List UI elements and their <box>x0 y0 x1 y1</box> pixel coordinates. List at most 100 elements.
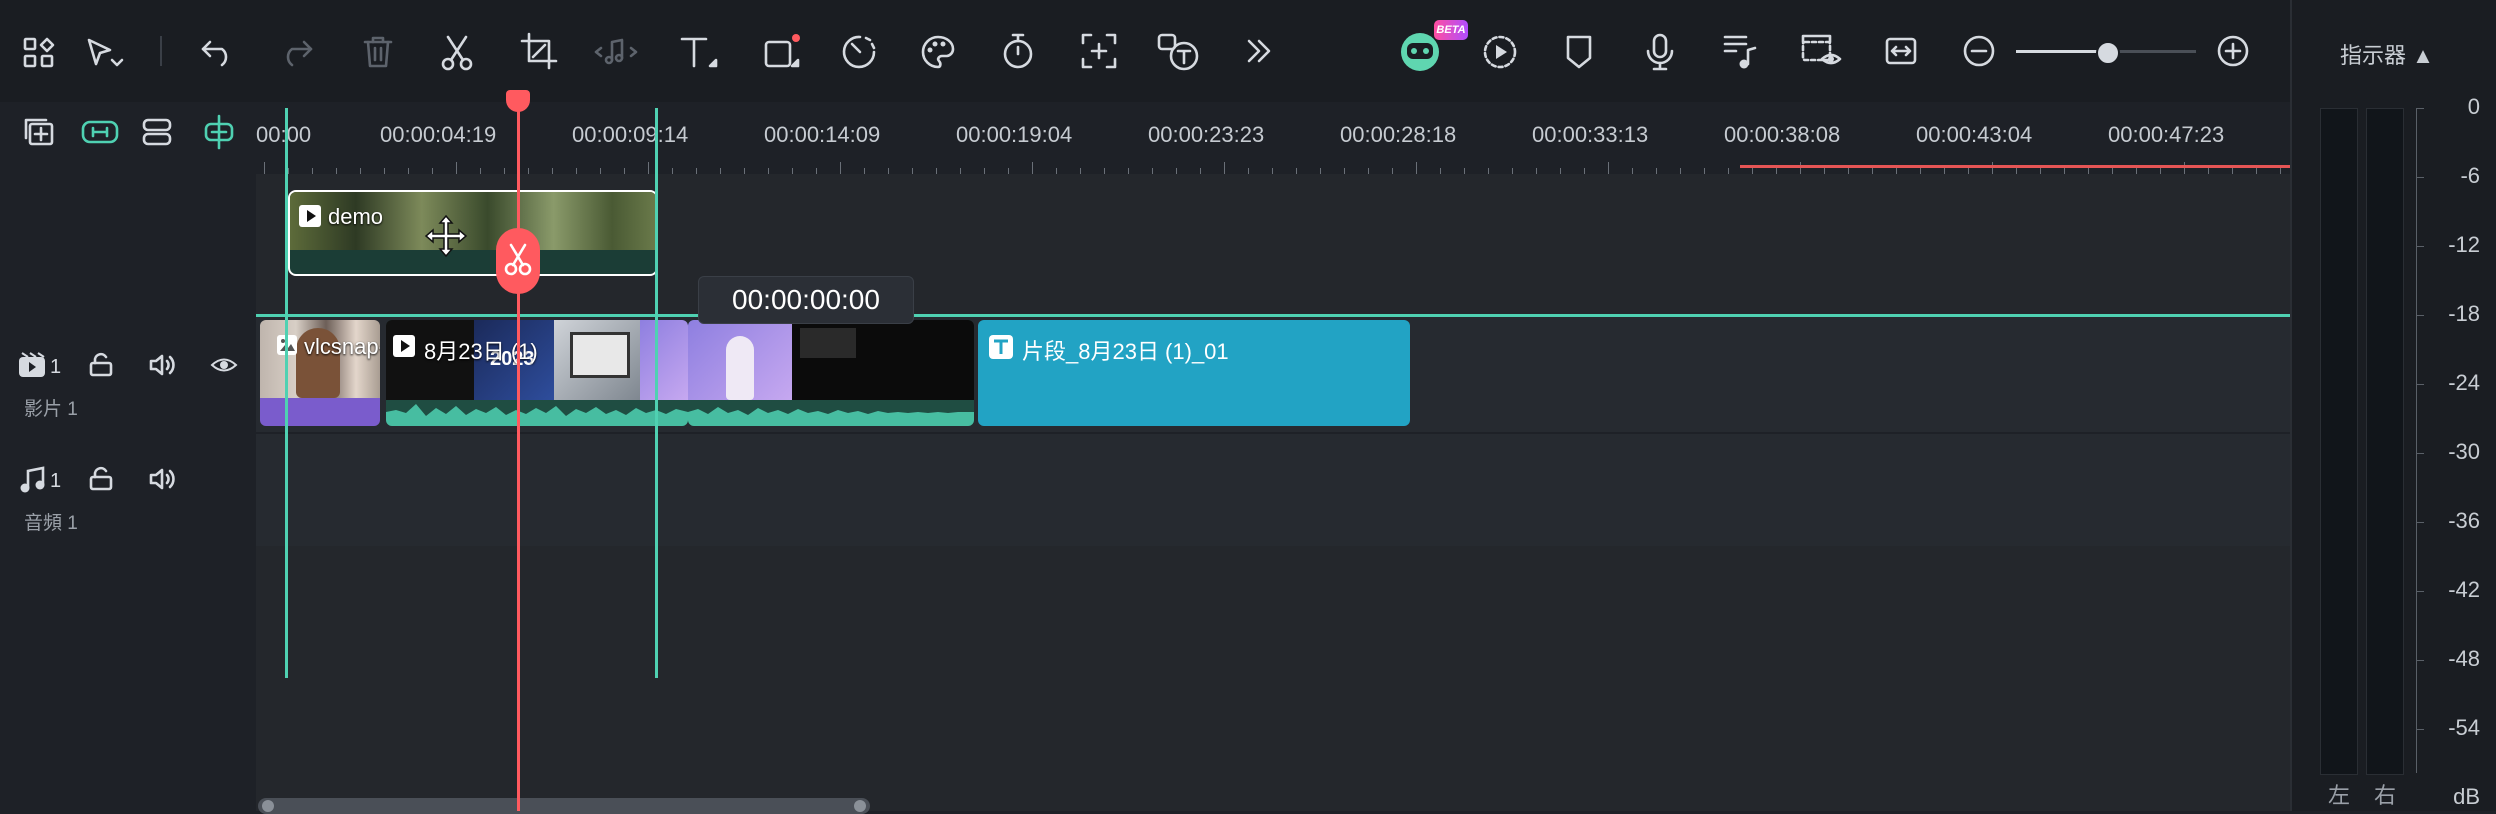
meter-scale-tick <box>2416 246 2424 247</box>
audio-track-volume-icon[interactable] <box>148 466 178 492</box>
meter-title[interactable]: 指示器 ▲ <box>2340 38 2434 70</box>
playhead-scissors-button[interactable] <box>496 228 540 294</box>
scrollbar-left-handle[interactable] <box>262 800 274 812</box>
layout-icon[interactable] <box>22 36 56 70</box>
zoom-slider-knob[interactable] <box>2096 41 2120 65</box>
ruler-tick <box>840 162 841 174</box>
aug23-clip[interactable]: 2023 8月23日 (1) <box>386 320 688 426</box>
meter-scale-tick <box>2416 729 2424 730</box>
audio-track-row[interactable] <box>256 434 2290 546</box>
zoom-slider-fill <box>2016 50 2106 53</box>
meter-scale-label: -54 <box>2448 715 2480 740</box>
zoom-in-icon[interactable] <box>2216 34 2250 68</box>
meter-left-channel <box>2320 108 2358 775</box>
time-tooltip: 00:00:00:00 <box>698 276 914 324</box>
aug23-title: 8月23日 (1) <box>424 339 538 364</box>
ruler-tick <box>456 162 457 174</box>
thumb-presenter <box>688 320 792 400</box>
meter-scale-label: -30 <box>2448 439 2480 464</box>
marker-icon[interactable] <box>1564 34 1594 70</box>
horizontal-scrollbar[interactable] <box>258 798 870 814</box>
music-list-icon[interactable] <box>1722 32 1758 70</box>
audio-edit-icon[interactable] <box>594 36 638 68</box>
ruler-label: 00:00:38:08 <box>1724 122 1841 147</box>
text-to-speech-icon[interactable] <box>1156 32 1202 72</box>
render-bar <box>1740 165 2290 168</box>
meter-scale-tick <box>2416 108 2424 109</box>
more-icon[interactable] <box>1244 36 1274 66</box>
meter-scale-tick <box>2416 384 2424 385</box>
aug23-clip-continued[interactable] <box>688 320 974 426</box>
demo-video-icon <box>298 204 322 233</box>
scissors-icon[interactable] <box>440 34 474 72</box>
thumb-presenter-start <box>640 320 688 400</box>
meter-scale-line <box>2416 108 2417 773</box>
snap-guide-left <box>285 108 288 678</box>
fit-icon[interactable] <box>1884 36 1918 66</box>
ruler-label: 00:00:23:23 <box>1148 122 1265 147</box>
ruler-tick <box>264 162 265 174</box>
meter-scale-label: -6 <box>2460 163 2480 188</box>
link-clips-icon[interactable] <box>80 118 120 146</box>
ruler-label: 00:00 <box>256 122 312 147</box>
speed-icon[interactable] <box>840 32 880 72</box>
time-ruler[interactable]: 00:00 00:00:04:19 00:00:09:14 00:00:14:09 00… <box>256 102 2290 174</box>
track-lock-icon[interactable] <box>88 352 114 378</box>
demo-clip-dragging[interactable]: demo <box>288 190 658 276</box>
zoom-slider[interactable] <box>2016 41 2196 65</box>
vlcsnap-clip[interactable]: vlcsnap-err... <box>260 320 380 426</box>
timer-icon[interactable] <box>1000 32 1036 70</box>
track-volume-icon[interactable] <box>148 352 178 378</box>
audio-track-lock-icon[interactable] <box>88 466 114 492</box>
select-arrow-icon[interactable] <box>84 36 124 72</box>
play-preview-icon[interactable] <box>1482 34 1518 70</box>
crop-icon[interactable] <box>520 32 558 70</box>
meter-scale-tick <box>2416 315 2424 316</box>
shape-icon[interactable] <box>762 32 804 70</box>
ruler-tick <box>1224 162 1225 174</box>
track-adjust-icon[interactable] <box>140 116 174 148</box>
thumb-black <box>792 320 974 400</box>
thumb-screen <box>554 320 640 400</box>
color-palette-icon[interactable] <box>920 34 956 70</box>
ruler-tick <box>2184 162 2185 174</box>
delete-icon[interactable] <box>362 34 394 70</box>
timeline-tracks[interactable]: vlcsnap-err... 2023 8月23日 (1) <box>256 108 2290 814</box>
ruler-tick <box>1032 162 1033 174</box>
video-track-number: 1 <box>50 356 62 378</box>
meter-scale-tick <box>2416 660 2424 661</box>
meter-right-label: 右 <box>2374 783 2397 808</box>
text-clip[interactable]: 片段_8月23日 (1)_01 <box>978 320 1410 426</box>
add-track-icon[interactable] <box>22 116 56 148</box>
snap-icon[interactable] <box>202 114 236 150</box>
meter-scale-label: -18 <box>2448 301 2480 326</box>
move-cursor-icon <box>424 214 468 263</box>
vlcsnap-title: vlcsnap-err... <box>304 334 380 359</box>
meter-left-label: 左 <box>2328 783 2351 808</box>
video-clip-icon <box>392 334 416 363</box>
add-frame-icon[interactable] <box>1080 32 1118 70</box>
meter-scale-label: -24 <box>2448 370 2480 395</box>
meter-scale-tick <box>2416 177 2424 178</box>
microphone-icon[interactable] <box>1644 32 1676 72</box>
audio-track-name: 音頻 1 <box>24 513 78 534</box>
track-visibility-icon[interactable] <box>210 354 238 376</box>
preview-render-icon[interactable] <box>1800 32 1842 70</box>
vlcsnap-bar <box>260 398 380 426</box>
zoom-out-icon[interactable] <box>1962 34 1996 68</box>
demo-title: demo <box>328 204 384 229</box>
audio-meter-panel: 指示器 ▲ 0 -6 -12 -18 -24 -30 -36 -42 -48 -54 dB 左 右 <box>2290 0 2496 811</box>
text-clip-title: 片段_8月23日 (1)_01 <box>1022 339 1229 364</box>
ruler-tick <box>1416 162 1417 174</box>
ruler-label: 00:00:14:09 <box>764 122 881 147</box>
redo-icon[interactable] <box>278 36 314 68</box>
thumb-screen-inner <box>570 332 630 378</box>
undo-icon[interactable] <box>200 36 236 68</box>
text-icon[interactable] <box>678 34 718 70</box>
playhead-line[interactable] <box>517 90 520 811</box>
aug23-waveform <box>386 404 688 426</box>
scrollbar-right-handle[interactable] <box>854 800 866 812</box>
ruler-label: 00:00:09:14 <box>572 122 689 147</box>
empty-track-area[interactable] <box>256 546 2290 811</box>
meter-scale-label: dB <box>2453 784 2480 809</box>
